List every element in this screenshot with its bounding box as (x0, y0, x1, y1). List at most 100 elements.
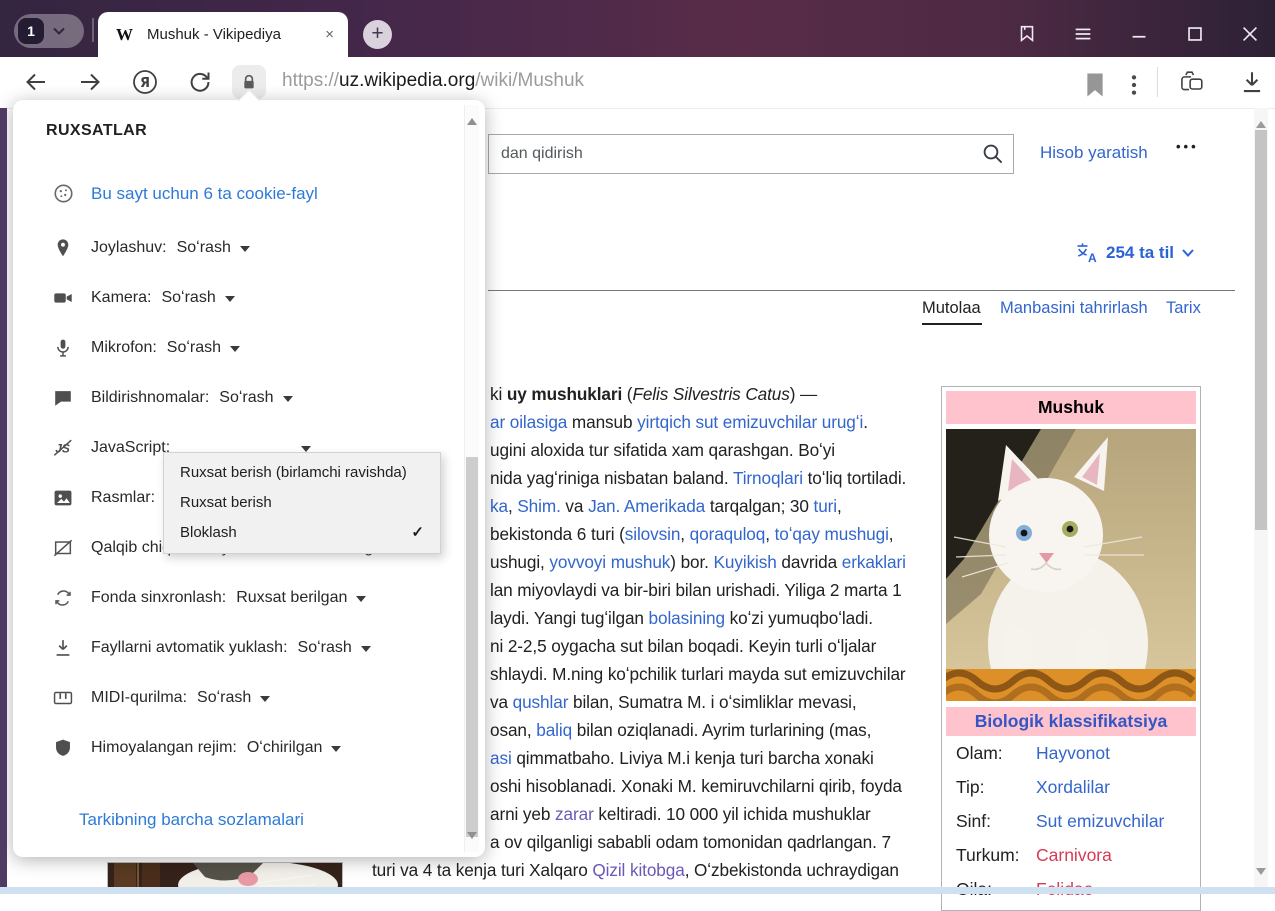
chevron-down-icon[interactable] (283, 396, 293, 407)
taxo-value-link[interactable]: Xordalilar (1036, 777, 1110, 798)
permission-row-microphone[interactable]: Mikrofon:Soʻrash (52, 336, 240, 360)
permission-row-sync[interactable]: Fonda sinxronlash:Ruxsat berilgan (52, 586, 366, 610)
kitten-photo[interactable] (946, 429, 1196, 701)
wiki-link[interactable]: Jan. Amerikada (588, 496, 705, 516)
chevron-down-icon[interactable] (356, 596, 366, 607)
popup-blocked-icon (52, 537, 74, 559)
bookmarks-panel-icon[interactable] (1016, 23, 1038, 45)
panel-scroll-down-icon[interactable] (467, 832, 477, 844)
permission-label: Rasmlar: (91, 489, 155, 507)
active-tab[interactable]: W Mushuk - Vikipediya × (98, 12, 348, 57)
scroll-up-arrow-icon[interactable] (1256, 116, 1266, 128)
permission-row-location[interactable]: Joylashuv:Soʻrash (52, 236, 250, 260)
maximize-icon[interactable] (1184, 23, 1206, 45)
permission-value[interactable]: Soʻrash (219, 389, 273, 407)
chevron-down-icon[interactable] (52, 26, 66, 36)
wiki-link[interactable]: toʻqay mushugi (775, 524, 889, 544)
permission-row-camera[interactable]: Kamera:Soʻrash (52, 286, 235, 310)
panel-scrollbar-thumb[interactable] (466, 457, 478, 837)
bookmark-page-icon[interactable] (1081, 71, 1109, 99)
yandex-home-icon[interactable]: Я (131, 68, 159, 96)
dropdown-option[interactable]: Ruxsat berish (birlamchi ravishda) (164, 458, 440, 488)
images-icon (52, 487, 74, 509)
chevron-down-icon[interactable] (331, 746, 341, 757)
wiki-link[interactable]: asi (490, 748, 512, 768)
chevron-down-icon[interactable] (260, 696, 270, 707)
panel-scrollbar[interactable] (464, 105, 479, 852)
wiki-link[interactable]: ka (490, 496, 508, 516)
taxo-value-link[interactable]: Hayvonot (1036, 743, 1110, 764)
taxo-value-link[interactable]: Carnivora (1036, 845, 1112, 866)
permission-row-midi[interactable]: MIDI-qurilma:Soʻrash (52, 686, 270, 710)
tab-close-icon[interactable]: × (325, 26, 334, 43)
cookies-link[interactable]: Bu sayt uchun 6 ta cookie-fayl (52, 182, 318, 205)
dropdown-option[interactable]: Ruxsat berish (164, 488, 440, 518)
chevron-down-icon (1181, 247, 1195, 258)
permission-value[interactable]: Ruxsat berilgan (236, 589, 347, 607)
permission-row-download[interactable]: Fayllarni avtomatik yuklash:Soʻrash (52, 636, 371, 660)
kebab-menu-icon[interactable] (1120, 71, 1148, 99)
tab-group-pill[interactable]: 1 (14, 14, 84, 48)
close-window-icon[interactable] (1239, 23, 1261, 45)
create-account-link[interactable]: Hisob yaratish (1040, 143, 1148, 163)
address-bar[interactable]: https://uz.wikipedia.org/wiki/Mushuk (282, 70, 584, 92)
chevron-down-icon[interactable] (361, 646, 371, 657)
tab-manbasini-tahrirlash[interactable]: Manbasini tahrirlash (1000, 299, 1148, 318)
panel-scroll-up-icon[interactable] (467, 113, 477, 125)
wiki-link[interactable]: Kuyikish (714, 552, 777, 572)
permission-row-images[interactable]: Rasmlar: (52, 486, 165, 510)
wiki-link[interactable]: bolasining (649, 608, 725, 628)
all-content-settings-link[interactable]: Tarkibning barcha sozlamalari (79, 810, 304, 830)
wiki-visited-link[interactable]: zarar (555, 804, 594, 824)
taxo-value-link[interactable]: Sut emizuvchilar (1036, 811, 1164, 832)
taxo-label: Turkum: (956, 845, 1036, 866)
permission-value[interactable]: Soʻrash (177, 239, 231, 257)
search-input[interactable] (489, 135, 1013, 173)
tab-group-count-badge[interactable]: 1 (18, 18, 44, 44)
new-tab-button[interactable]: + (363, 20, 392, 49)
tab-mutolaa[interactable]: Mutolaa (922, 299, 981, 318)
search-icon[interactable] (981, 142, 1005, 166)
wiki-link[interactable]: silovsin (625, 524, 681, 544)
personal-tools-more-menu[interactable]: ••• (1176, 139, 1199, 154)
url-scheme: https:// (282, 70, 339, 91)
wiki-link[interactable]: ar oilasiga (490, 412, 567, 432)
permission-value[interactable]: Soʻrash (167, 339, 221, 357)
wiki-link[interactable]: erkaklari (842, 552, 906, 572)
permission-row-shield[interactable]: Himoyalangan rejim:Oʻchirilgan (52, 736, 341, 760)
forward-icon[interactable] (76, 68, 104, 96)
chevron-down-icon[interactable] (240, 246, 250, 257)
page-scrollbar[interactable] (1254, 108, 1268, 888)
wiki-link[interactable]: yovvoyi mushuk (549, 552, 670, 572)
wiki-visited-link[interactable]: Qizil kitobga (592, 860, 684, 880)
downloads-icon[interactable] (1238, 69, 1266, 97)
wiki-link[interactable]: baliq (536, 720, 572, 740)
chevron-down-icon[interactable] (230, 346, 240, 357)
permission-row-notifications[interactable]: Bildirishnomalar:Soʻrash (52, 386, 293, 410)
wiki-link[interactable]: yirtqich sut emizuvchilar urugʻi (637, 412, 863, 432)
tab-tarix[interactable]: Tarix (1166, 299, 1201, 318)
wiki-link[interactable]: Tirnoqlari (733, 468, 803, 488)
permission-value[interactable]: Oʻchirilgan (247, 739, 323, 757)
reload-icon[interactable] (186, 68, 214, 96)
permission-value[interactable]: Soʻrash (161, 289, 215, 307)
taxobox-row: Olam:Hayvonot (946, 736, 1196, 770)
wiki-link[interactable]: turi (814, 496, 837, 516)
permission-value[interactable]: Soʻrash (197, 689, 251, 707)
permission-value[interactable]: Soʻrash (298, 639, 352, 657)
dropdown-option[interactable]: Bloklash✓ (164, 518, 440, 548)
wiki-link[interactable]: Shim. (517, 496, 560, 516)
wiki-search-box[interactable] (488, 134, 1014, 174)
chevron-down-icon[interactable] (225, 296, 235, 307)
wiki-link[interactable]: qoraquloq (690, 524, 766, 544)
scrollbar-thumb[interactable] (1255, 130, 1267, 530)
wiki-link[interactable]: qushlar (513, 692, 569, 712)
taxobox-row: Sinf:Sut emizuvchilar (946, 804, 1196, 838)
taxo-label: Tip: (956, 777, 1036, 798)
scroll-down-arrow-icon[interactable] (1256, 868, 1266, 880)
back-icon[interactable] (22, 68, 50, 96)
minimize-icon[interactable] (1128, 23, 1150, 45)
menu-hamburger-icon[interactable] (1072, 23, 1094, 45)
extensions-icon[interactable] (1178, 68, 1206, 96)
language-selector[interactable]: A 254 ta til (1075, 241, 1195, 264)
